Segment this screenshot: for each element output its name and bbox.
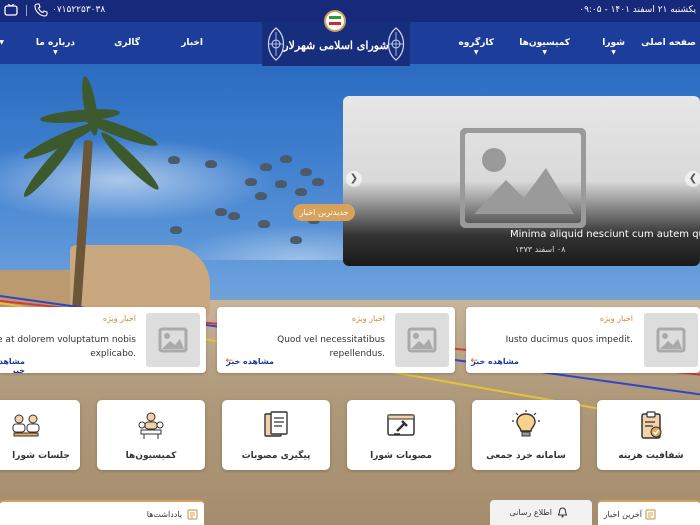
tile-label: کمیسیون‌ها xyxy=(125,451,177,461)
group-icon xyxy=(12,414,40,437)
service-tile-crowd-wisdom[interactable]: سامانه خرد جمعی xyxy=(472,400,580,470)
nav-item-commissions[interactable]: کمیسیون‌ها ▼ xyxy=(519,38,570,56)
slider-prev-button[interactable]: ❮ xyxy=(346,171,362,187)
nav-item-label: کمیسیون‌ها xyxy=(519,38,570,48)
lightbulb-icon xyxy=(512,410,540,437)
chevron-down-icon: ▼ xyxy=(0,39,4,46)
documents-icon xyxy=(264,411,288,437)
service-tile-resolution-tracking[interactable]: پیگیری مصوبات xyxy=(222,400,330,470)
bell-icon xyxy=(557,507,568,518)
chevron-down-icon: ▼ xyxy=(473,49,479,56)
chevron-down-icon: ▼ xyxy=(542,49,547,56)
arrow-left-icon: ← xyxy=(470,356,478,366)
nav-item-label: کارگروه xyxy=(458,38,494,48)
bird xyxy=(300,168,312,176)
nav-item-gallery[interactable]: گالری xyxy=(114,38,140,48)
bird xyxy=(228,212,240,220)
card-more-link[interactable]: مشاهده خبر xyxy=(226,357,274,366)
ruin-building xyxy=(70,245,210,315)
nav-item-council[interactable]: شورا ▼ xyxy=(602,38,625,56)
nav-item-news[interactable]: اخبار xyxy=(181,38,203,48)
logo-title: شورای اسلامی شهرلار xyxy=(283,39,389,52)
tile-label: پیگیری مصوبات xyxy=(241,451,311,461)
card-more-link[interactable]: مشاهده خبر xyxy=(471,357,519,366)
nav-item-home[interactable]: صفحه اصلی xyxy=(641,38,696,48)
nav-item-about[interactable]: درباره ما ▼ xyxy=(36,38,75,56)
clipboard-check-icon xyxy=(641,411,662,439)
card-tag: اخبار ویژه xyxy=(599,314,633,323)
featured-card[interactable]: اخبار ویژه Molestiae at dolorem voluptat… xyxy=(0,307,206,373)
bird xyxy=(275,180,287,188)
bird xyxy=(245,178,257,186)
bird xyxy=(312,178,324,186)
nav-item-label: درباره ما xyxy=(35,38,75,48)
phone-number[interactable]: ۰۷۱۵۲۲۵۳۰۳۸ xyxy=(52,5,105,15)
featured-card[interactable]: اخبار ویژه Iusto ducimus quos impedit. م… xyxy=(466,307,700,373)
bird xyxy=(295,188,307,196)
phone-icon xyxy=(34,3,48,17)
tv-icon[interactable] xyxy=(4,4,18,16)
bird xyxy=(215,208,227,216)
slide-date: ۰۸ اسفند ۱۳۷۳ xyxy=(515,245,566,254)
nav-item-label: شورا xyxy=(602,38,625,48)
bird xyxy=(280,155,292,163)
tab-label: یادداشت‌ها xyxy=(146,510,182,519)
news-slider[interactable] xyxy=(343,96,700,266)
image-placeholder-icon xyxy=(460,128,586,228)
bird xyxy=(258,220,270,228)
nav-item-workgroup[interactable]: کارگروه ▼ xyxy=(458,38,494,56)
tile-label: مصوبات شورا xyxy=(370,451,432,461)
chevron-down-icon: ▼ xyxy=(611,49,616,56)
gavel-icon xyxy=(387,414,415,436)
service-tile-commissions[interactable]: کمیسیون‌ها xyxy=(97,400,205,470)
arrow-left-icon: ← xyxy=(225,356,233,366)
top-bar: یکشنبه ۲۱ اسفند ۱۴۰۱ - ۰۹:۰۵ ۰۷۱۵۲۲۵۳۰۳۸ xyxy=(0,0,700,22)
card-image xyxy=(644,313,698,367)
service-tile-council-sessions[interactable]: جلسات شورا xyxy=(0,400,80,470)
nav-item-label: گالری xyxy=(114,38,140,48)
nav-item-overflow[interactable]: ▼ xyxy=(0,38,4,46)
card-text: Iusto ducimus quos impedit. xyxy=(505,335,633,345)
tab-label: اطلاع رسانی xyxy=(509,508,552,517)
latest-news-badge: جدیدترین اخبار xyxy=(293,204,355,221)
chevron-down-icon: ▼ xyxy=(53,49,58,56)
slider-next-button[interactable]: ❯ xyxy=(685,171,700,187)
nav-item-label: صفحه اصلی xyxy=(641,38,696,48)
bird xyxy=(205,160,217,168)
bird xyxy=(255,192,267,200)
tile-label: سامانه خرد جمعی xyxy=(486,451,566,461)
emblem-icon xyxy=(324,10,346,32)
tile-label: شفافیت هزینه xyxy=(618,451,684,461)
service-tile-cost-transparency[interactable]: شفافیت هزینه xyxy=(597,400,700,470)
card-image xyxy=(395,313,449,367)
card-more-link[interactable]: مشاهده خبر xyxy=(0,357,25,373)
current-date: یکشنبه ۲۱ اسفند ۱۴۰۱ - ۰۹:۰۵ xyxy=(579,5,696,15)
meeting-icon xyxy=(138,412,164,439)
service-tile-council-resolutions[interactable]: مصوبات شورا xyxy=(347,400,455,470)
nav-item-label: اخبار xyxy=(181,38,203,48)
news-icon xyxy=(645,509,656,520)
bird xyxy=(260,163,272,171)
tab-label: آخرین اخبار xyxy=(603,510,642,519)
slide-title[interactable]: Minima aliquid nesciunt cum autem quo. xyxy=(510,229,700,240)
tab-announcements[interactable]: اطلاع رسانی xyxy=(490,500,592,525)
card-tag: اخبار ویژه xyxy=(102,314,136,323)
separator xyxy=(26,5,27,16)
tile-label: جلسات شورا xyxy=(12,451,70,461)
notes-icon xyxy=(187,509,198,520)
tab-latest-news[interactable]: آخرین اخبار xyxy=(598,500,700,525)
tab-notes[interactable]: یادداشت‌ها xyxy=(0,500,204,525)
card-tag: اخبار ویژه xyxy=(351,314,385,323)
bird xyxy=(170,226,182,234)
bird xyxy=(290,236,302,244)
card-image xyxy=(146,313,200,367)
featured-card[interactable]: اخبار ویژه Quod vel necessitatibus repel… xyxy=(217,307,455,373)
bird xyxy=(168,156,180,164)
